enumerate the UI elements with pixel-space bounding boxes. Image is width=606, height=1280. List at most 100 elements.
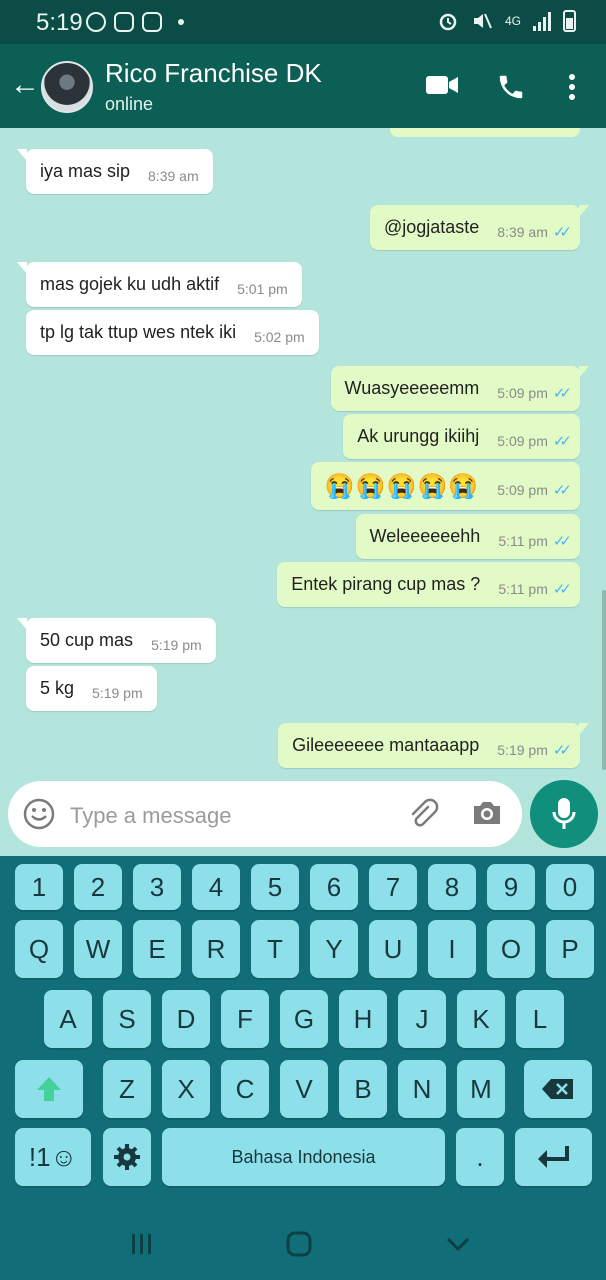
key-c[interactable]: C <box>221 1060 269 1118</box>
backspace-key[interactable] <box>524 1060 592 1118</box>
key-o[interactable]: O <box>487 920 535 978</box>
message-time: 5:09 pm <box>497 384 548 401</box>
key-r[interactable]: R <box>192 920 240 978</box>
contact-status: online <box>105 94 154 114</box>
emoji-icon[interactable] <box>22 797 56 831</box>
network-4g-icon: 4G <box>504 14 521 28</box>
key-u[interactable]: U <box>369 920 417 978</box>
key-9[interactable]: 9 <box>487 864 535 910</box>
key-z[interactable]: Z <box>103 1060 151 1118</box>
message-text: @jogjataste <box>383 217 480 237</box>
status-left-icons <box>86 12 184 32</box>
message-text: tp lg tak ttup wes ntek iki <box>40 322 237 342</box>
key-n[interactable]: N <box>398 1060 446 1118</box>
message-time: 5:09 pm <box>497 482 548 498</box>
key-4[interactable]: 4 <box>192 864 240 910</box>
key-7[interactable]: 7 <box>369 864 417 910</box>
enter-key[interactable] <box>515 1128 592 1186</box>
message-bubble-outgoing[interactable]: 😭😭😭😭😭 5:09 pm ✓✓ <box>310 462 580 510</box>
video-call-icon[interactable] <box>425 72 459 98</box>
backspace-icon <box>542 1079 573 1099</box>
spacebar-key[interactable]: Bahasa Indonesia <box>162 1128 445 1186</box>
key-0[interactable]: 0 <box>546 864 594 910</box>
key-y[interactable]: Y <box>310 920 358 978</box>
key-v[interactable]: V <box>280 1060 328 1118</box>
message-bubble-outgoing[interactable]: Wuasyeeeeemm 5:09 pm ✓✓ <box>330 366 590 411</box>
key-2[interactable]: 2 <box>74 864 122 910</box>
status-right-icons: 4G <box>437 10 576 32</box>
contact-avatar[interactable] <box>41 61 93 113</box>
read-receipt-icon: ✓✓ <box>552 580 572 598</box>
message-input[interactable]: Type a message <box>70 803 231 829</box>
back-nav-icon[interactable] <box>446 1237 470 1253</box>
key-b[interactable]: B <box>339 1060 387 1118</box>
key-m[interactable]: M <box>457 1060 505 1118</box>
key-i[interactable]: I <box>428 920 476 978</box>
key-t[interactable]: T <box>251 920 299 978</box>
chat-scrollbar[interactable] <box>602 590 606 770</box>
message-text: iya mas sip <box>40 161 131 181</box>
shift-key[interactable] <box>15 1060 83 1118</box>
key-1[interactable]: 1 <box>15 864 63 910</box>
message-bubble-incoming[interactable]: mas gojek ku udh aktif 5:01 pm <box>17 262 302 307</box>
message-bubble-incoming[interactable]: iya mas sip 8:39 am <box>17 149 213 194</box>
read-receipt-icon: ✓✓ <box>552 741 572 759</box>
recent-apps-icon[interactable] <box>130 1233 154 1255</box>
key-k[interactable]: K <box>457 990 505 1048</box>
message-bubble-outgoing[interactable]: Gileeeeeee mantaaapp 5:19 pm ✓✓ <box>278 723 589 768</box>
key-a[interactable]: A <box>44 990 92 1048</box>
read-receipt-icon: ✓✓ <box>552 482 572 499</box>
mic-icon <box>552 798 576 829</box>
key-8[interactable]: 8 <box>428 864 476 910</box>
key-s[interactable]: S <box>103 990 151 1048</box>
key-g[interactable]: G <box>280 990 328 1048</box>
phone-call-icon[interactable] <box>496 72 526 102</box>
message-bubble-outgoing[interactable]: Entek pirang cup mas ? 5:11 pm ✓✓ <box>277 562 580 607</box>
home-icon[interactable] <box>286 1231 312 1257</box>
symbols-key[interactable]: !1☺ <box>15 1128 91 1186</box>
camera-icon[interactable] <box>470 798 504 828</box>
key-h[interactable]: H <box>339 990 387 1048</box>
message-bubble-outgoing[interactable]: @jogjataste 8:39 am ✓✓ <box>369 205 590 250</box>
key-3[interactable]: 3 <box>133 864 181 910</box>
notification-dot-icon <box>178 19 184 25</box>
previous-message-edge <box>390 128 580 137</box>
key-e[interactable]: E <box>133 920 181 978</box>
message-time: 5:09 pm <box>497 432 548 449</box>
whatsapp-status-icon <box>86 12 106 32</box>
key-j[interactable]: J <box>398 990 446 1048</box>
alarm-icon <box>439 13 457 31</box>
message-time: 8:39 am <box>497 223 548 240</box>
crying-face-emoji-icon: 😭😭😭😭😭 <box>324 472 480 500</box>
period-key[interactable]: . <box>456 1128 504 1186</box>
key-f[interactable]: F <box>221 990 269 1048</box>
message-text: Entek pirang cup mas ? <box>291 574 481 594</box>
instagram-icon-2 <box>142 12 162 32</box>
key-5[interactable]: 5 <box>251 864 299 910</box>
contact-name[interactable]: Rico Franchise DK <box>105 58 322 89</box>
message-text: Ak urungg ikiihj <box>357 426 480 446</box>
back-arrow-icon[interactable]: ← <box>10 70 40 100</box>
message-text: Weleeeeeehh <box>369 526 481 546</box>
key-6[interactable]: 6 <box>310 864 358 910</box>
attach-icon[interactable] <box>406 797 440 831</box>
key-q[interactable]: Q <box>15 920 63 978</box>
key-l[interactable]: L <box>516 990 564 1048</box>
settings-key[interactable] <box>103 1128 151 1186</box>
message-bubble-incoming[interactable]: tp lg tak ttup wes ntek iki 5:02 pm <box>26 310 319 355</box>
message-text: 50 cup mas <box>40 630 134 650</box>
key-p[interactable]: P <box>546 920 594 978</box>
mic-button[interactable] <box>530 780 598 848</box>
message-time: 8:39 am <box>148 167 199 184</box>
more-options-icon[interactable] <box>565 72 579 102</box>
key-x[interactable]: X <box>162 1060 210 1118</box>
message-text: mas gojek ku udh aktif <box>40 274 220 294</box>
enter-icon <box>537 1146 569 1168</box>
message-bubble-outgoing[interactable]: Weleeeeeehh 5:11 pm ✓✓ <box>355 514 580 559</box>
key-d[interactable]: D <box>162 990 210 1048</box>
message-bubble-outgoing[interactable]: Ak urungg ikiihj 5:09 pm ✓✓ <box>343 414 580 459</box>
key-w[interactable]: W <box>74 920 122 978</box>
message-bubble-incoming[interactable]: 5 kg 5:19 pm <box>26 666 157 711</box>
message-bubble-incoming[interactable]: 50 cup mas 5:19 pm <box>17 618 216 663</box>
message-list[interactable]: iya mas sip 8:39 am @jogjataste 8:39 am … <box>0 128 606 778</box>
